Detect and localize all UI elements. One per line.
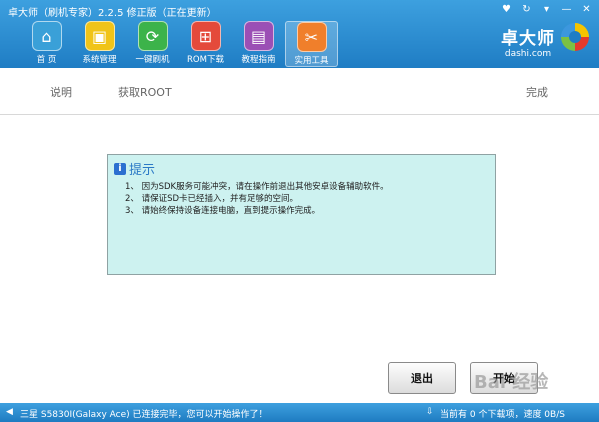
refresh-icon: ⟳: [137, 21, 168, 51]
toolbar-tutorials-label: 教程指南: [241, 55, 276, 65]
title-bar: 卓大师（刷机专家）2.2.5 修正版（正在更新） ♥ ↻ ▾ — ✕ ⌂ 首 页…: [0, 0, 599, 68]
tools-icon: ✂: [296, 22, 327, 52]
menu-dropdown-icon[interactable]: ▾: [540, 3, 553, 16]
favorite-icon[interactable]: ♥: [500, 3, 513, 16]
step-instructions: 说明: [50, 86, 72, 99]
toolbar-utilities[interactable]: ✂ 实用工具: [285, 21, 338, 67]
tip-header: i 提示: [114, 159, 155, 178]
window-title: 卓大师（刷机专家）2.2.5 修正版（正在更新）: [8, 8, 217, 19]
exit-button[interactable]: 退出: [388, 362, 456, 394]
tip-list: 1、 因为SDK服务可能冲突，请在操作前退出其他安卓设备辅助软件。 2、 请保证…: [125, 181, 389, 217]
close-button[interactable]: ✕: [580, 3, 593, 16]
step-complete: 完成: [526, 86, 548, 99]
toolbar-home[interactable]: ⌂ 首 页: [20, 21, 73, 67]
window-controls: ♥ ↻ ▾ — ✕: [500, 3, 593, 16]
tip-panel: i 提示 1、 因为SDK服务可能冲突，请在操作前退出其他安卓设备辅助软件。 2…: [107, 154, 496, 275]
box-icon: ▣: [84, 21, 115, 51]
tip-item: 1、 因为SDK服务可能冲突，请在操作前退出其他安卓设备辅助软件。: [125, 182, 389, 192]
toolbar-one-click-flash-label: 一键刷机: [135, 55, 170, 65]
minimize-button[interactable]: —: [560, 3, 573, 16]
home-icon: ⌂: [31, 21, 62, 51]
device-status-text: 三星 S5830I(Galaxy Ace) 已连接完毕，您可以开始操作了！: [20, 410, 268, 420]
brand-logo-icon: [561, 23, 589, 51]
refresh-icon[interactable]: ↻: [520, 3, 533, 16]
step-get-root: 获取ROOT: [118, 86, 172, 99]
cart-icon: ⊞: [190, 21, 221, 51]
tip-title: 提示: [129, 163, 156, 178]
brand-name: 卓大师: [501, 29, 555, 49]
status-bar: ◀ 三星 S5830I(Galaxy Ace) 已连接完毕，您可以开始操作了！ …: [0, 403, 599, 422]
toolbar-rom-download-label: ROM下载: [187, 55, 224, 65]
tip-item: 2、 请保证SD卡已经插入，并有足够的空间。: [125, 194, 299, 204]
main-toolbar: ⌂ 首 页 ▣ 系统管理 ⟳ 一键刷机 ⊞ ROM下载 ▤ 教程指南 ✂ 实用工…: [20, 21, 338, 67]
toolbar-system-manage-label: 系统管理: [82, 55, 117, 65]
brand-domain: dashi.com: [504, 49, 552, 59]
speaker-icon: ◀: [6, 407, 13, 417]
toolbar-system-manage[interactable]: ▣ 系统管理: [73, 21, 126, 67]
watermark: Bai 经验: [474, 372, 549, 393]
download-status-text: 当前有 0 个下载项，速度 0B/S: [440, 410, 565, 420]
info-icon: i: [114, 162, 126, 175]
book-icon: ▤: [243, 21, 274, 51]
tip-item: 3、 请始终保持设备连接电脑，直到提示操作完成。: [125, 206, 321, 216]
brand: 卓大师 dashi.com: [501, 24, 555, 59]
toolbar-rom-download[interactable]: ⊞ ROM下载: [179, 21, 232, 67]
app-window: 卓大师（刷机专家）2.2.5 修正版（正在更新） ♥ ↻ ▾ — ✕ ⌂ 首 页…: [0, 0, 599, 422]
toolbar-tutorials[interactable]: ▤ 教程指南: [232, 21, 285, 67]
step-indicator: 说明 获取ROOT 完成: [0, 70, 599, 115]
toolbar-one-click-flash[interactable]: ⟳ 一键刷机: [126, 21, 179, 67]
toolbar-home-label: 首 页: [36, 55, 57, 65]
download-icon[interactable]: ⇩: [426, 407, 434, 417]
toolbar-utilities-label: 实用工具: [294, 56, 329, 66]
